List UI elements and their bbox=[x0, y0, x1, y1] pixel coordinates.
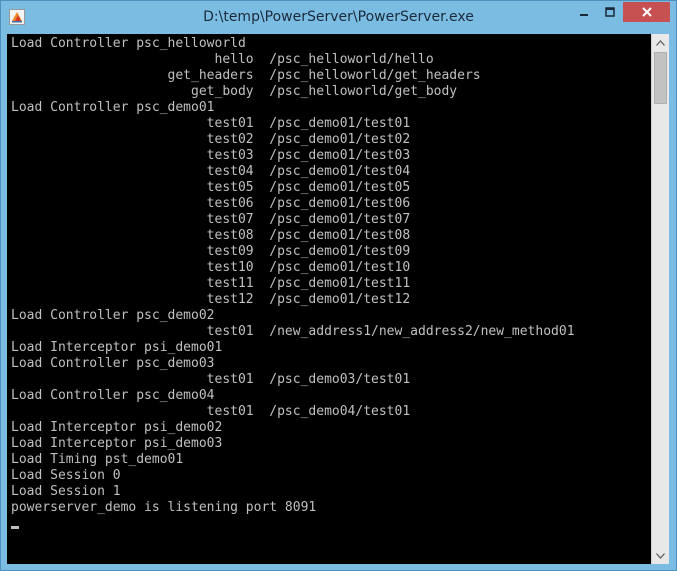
console-line: test03 /psc_demo01/test03 bbox=[11, 148, 411, 163]
console-line: test05 /psc_demo01/test05 bbox=[11, 180, 411, 195]
close-icon bbox=[641, 7, 652, 17]
maximize-button[interactable] bbox=[597, 2, 623, 22]
console-line: test02 /psc_demo01/test02 bbox=[11, 132, 411, 147]
console-window: D:\temp\PowerServer\PowerServer.exe Load… bbox=[0, 0, 677, 571]
maximize-icon bbox=[605, 7, 615, 17]
console-line: test08 /psc_demo01/test08 bbox=[11, 228, 411, 243]
scroll-up-arrow-icon bbox=[656, 39, 665, 46]
console-line: test04 /psc_demo01/test04 bbox=[11, 164, 411, 179]
console-line: Load Controller psc_demo01 bbox=[11, 100, 215, 115]
console-line: Load Interceptor psi_demo01 bbox=[11, 340, 223, 355]
scroll-down-button[interactable] bbox=[652, 547, 669, 564]
console-line: test09 /psc_demo01/test09 bbox=[11, 244, 411, 259]
console-line: test12 /psc_demo01/test12 bbox=[11, 292, 411, 307]
console-line: Load Controller psc_helloworld bbox=[11, 36, 246, 51]
console-line: test07 /psc_demo01/test07 bbox=[11, 212, 411, 227]
close-button[interactable] bbox=[623, 2, 670, 22]
vertical-scrollbar[interactable] bbox=[651, 34, 669, 564]
console-line: powerserver_demo is listening port 8091 bbox=[11, 500, 317, 515]
console-output[interactable]: Load Controller psc_helloworld hello /ps… bbox=[7, 34, 651, 564]
console-line: test10 /psc_demo01/test10 bbox=[11, 260, 411, 275]
scrollbar-thumb[interactable] bbox=[654, 52, 667, 104]
console-line: hello /psc_helloworld/hello bbox=[11, 52, 434, 67]
console-line: get_body /psc_helloworld/get_body bbox=[11, 84, 458, 99]
console-line: Load Session 0 bbox=[11, 468, 121, 483]
console-text: Load Controller psc_helloworld hello /ps… bbox=[7, 34, 651, 516]
console-line: test01 /psc_demo04/test01 bbox=[11, 404, 411, 419]
console-line: test11 /psc_demo01/test11 bbox=[11, 276, 411, 291]
console-line: Load Interceptor psi_demo03 bbox=[11, 436, 223, 451]
console-line: Load Session 1 bbox=[11, 484, 121, 499]
console-line: Load Controller psc_demo04 bbox=[11, 388, 215, 403]
minimize-icon bbox=[579, 14, 588, 16]
console-line: test01 /psc_demo03/test01 bbox=[11, 372, 411, 387]
console-line: test06 /psc_demo01/test06 bbox=[11, 196, 411, 211]
console-line: Load Controller psc_demo02 bbox=[11, 308, 215, 323]
console-line: test01 /new_address1/new_address2/new_me… bbox=[11, 324, 575, 339]
minimize-button[interactable] bbox=[570, 2, 597, 22]
scroll-down-arrow-icon bbox=[656, 552, 665, 559]
console-line: test01 /psc_demo01/test01 bbox=[11, 116, 411, 131]
scroll-up-button[interactable] bbox=[652, 34, 669, 51]
console-line: get_headers /psc_helloworld/get_headers bbox=[11, 68, 481, 83]
console-line: Load Timing pst_demo01 bbox=[11, 452, 184, 467]
text-cursor bbox=[11, 526, 19, 529]
console-line: Load Interceptor psi_demo02 bbox=[11, 420, 223, 435]
title-bar[interactable]: D:\temp\PowerServer\PowerServer.exe bbox=[1, 1, 676, 34]
console-line: Load Controller psc_demo03 bbox=[11, 356, 215, 371]
console-area[interactable]: Load Controller psc_helloworld hello /ps… bbox=[7, 34, 669, 564]
